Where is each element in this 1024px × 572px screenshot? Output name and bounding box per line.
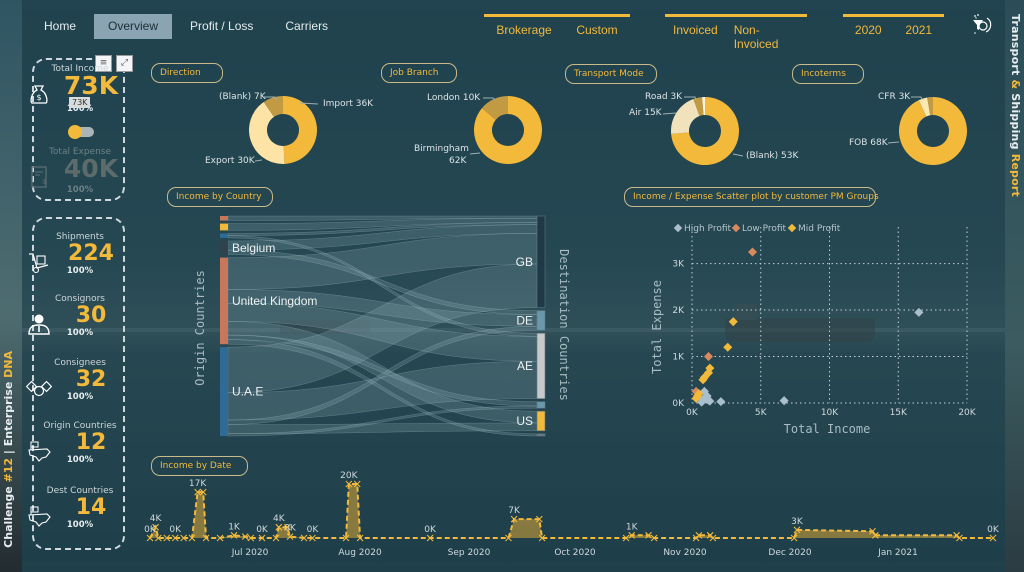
legend-item-low-profit[interactable]: Low Profit [731,223,787,234]
sankey-destination-label: GB [516,255,533,269]
donut-label-birmingham: Birmingham [414,144,469,154]
scatter-point-high-profit[interactable] [779,396,789,406]
income-data-label: 3K [791,517,804,527]
legend-marker [787,223,797,233]
scatter-y-axis-title: Total Expense [650,280,664,374]
leader-line [662,112,677,115]
leader-line [469,152,481,155]
donut-label-blank-mode: (Blank) 53K [746,151,799,161]
sankey-origin-node[interactable] [220,257,228,345]
income-by-date-chart: 0K4K0K17K1K 0K4K0K 0K20K0K7K1K3K0K Jul 202… [144,471,1000,558]
income-data-label: 1K [626,522,639,532]
y-tick-label: 1K [672,353,685,363]
leader-line [732,153,744,157]
income-data-label: 0K [307,525,320,535]
legend-marker [731,223,741,233]
x-tick-label: 0K [686,408,699,418]
income-data-label: 0K [144,525,157,535]
scatter-legend: High Profit Low Profit Mid Profit [673,223,841,234]
scatter-x-axis-title: Total Income [784,422,871,436]
sankey-origin-label: U.A.E [232,385,263,399]
sankey-destination-label: US [516,414,533,428]
donut-label-import: Import 36K [323,99,374,109]
sankey-origin-node[interactable] [220,240,228,255]
sankey-origin-label: Belgium [232,241,275,255]
income-expense-scatter: High Profit Low Profit Mid Profit 0K 5K 10K 1… [650,223,977,436]
x-tick-label: Nov 2020 [663,548,707,558]
x-tick-label: Sep 2020 [448,548,491,558]
income-data-label: 20K [340,471,358,481]
scatter-grid: 0K 5K 10K 15K 20K 0K 1K 2K 3K [672,227,977,418]
sankey-origin-axis-title: Origin Countries [193,270,207,386]
sankey-origin-node[interactable] [220,233,228,238]
x-tick-label: 20K [958,408,976,418]
legend-label: High Profit [684,224,731,234]
donut-label-cfr: CFR 3K [878,92,911,102]
sankey-origin-node[interactable] [220,347,228,436]
x-tick-label: Dec 2020 [768,548,811,558]
donut-label-air: Air 15K [629,108,662,118]
sankey-destination-axis-title: Destination Countries [557,249,571,401]
income-data-label: 4K [150,514,163,524]
sankey-destination-node[interactable] [536,401,546,409]
area-x-ticks: Jul 2020 Aug 2020 Sep 2020 Oct 2020 Nov 2020… [231,548,918,558]
income-data-label: 7K [508,506,521,516]
leader-line [483,97,496,101]
scatter-point-high-profit[interactable] [914,307,924,317]
income-data-label: 17K [189,479,207,489]
donut-label-london: London 10K [427,93,481,103]
income-data-label: 0K [256,525,269,535]
x-tick-label: 5K [755,408,768,418]
area-labels: 0K4K0K17K1K 0K4K0K 0K20K0K7K1K3K0K [144,471,1000,535]
leader-line [254,159,263,162]
leader-line [684,96,697,101]
sankey-destination-node[interactable] [536,410,546,432]
x-tick-label: Oct 2020 [554,548,596,558]
scatter-points [691,247,924,407]
x-tick-label: 10K [821,408,839,418]
legend-marker [673,223,683,233]
income-by-country-sankey: Belgium United Kingdom U.A.E GB DE AE US Origi… [193,215,571,437]
income-data-label: 0K [987,525,1000,535]
x-tick-label: Aug 2020 [338,548,382,558]
sankey-destination-node[interactable] [536,215,546,308]
scatter-point-low-profit[interactable] [703,352,714,362]
sankey-origin-node[interactable] [220,223,228,231]
legend-label: Low Profit [742,224,787,234]
donut-label-blank: (Blank) 7K [219,92,266,102]
legend-item-mid-profit[interactable]: Mid Profit [787,223,841,234]
legend-item-high-profit[interactable]: High Profit [673,223,732,234]
leader-line [911,96,923,101]
scatter-point-mid-profit[interactable] [728,317,738,327]
sankey-origin-node[interactable] [220,216,228,221]
donut-label-birmingham-value: 62K [449,156,467,166]
sankey-destination-label: DE [516,313,533,327]
scatter-point-low-profit[interactable] [747,247,758,257]
donut-label-export: Export 30K [205,156,255,166]
legend-label: Mid Profit [798,224,841,234]
x-tick-label: 15K [890,408,908,418]
income-data-label: 0K [284,524,297,534]
sankey-destination-node[interactable] [536,310,546,331]
y-tick-label: 2K [672,306,685,316]
sankey-destination-node[interactable] [536,332,546,399]
sankey-destination-label: AE [517,359,533,373]
x-tick-label: Jul 2020 [231,548,269,558]
income-data-label: 0K [424,525,437,535]
leader-line [887,141,900,144]
sankey-destination-node[interactable] [536,433,546,437]
sankey-origin-label: United Kingdom [232,294,317,308]
y-tick-label: 0K [672,399,685,409]
income-data-label: 1K [228,522,241,532]
scatter-point-high-profit[interactable] [716,397,726,407]
x-tick-label: Jan 2021 [877,548,918,558]
donut-label-fob: FOB 68K [849,138,888,148]
leader-line [299,102,319,105]
scatter-point-mid-profit[interactable] [723,342,733,352]
donut-label-road: Road 3K [645,92,683,102]
y-tick-label: 3K [672,260,685,270]
income-data-label: 0K [169,525,182,535]
